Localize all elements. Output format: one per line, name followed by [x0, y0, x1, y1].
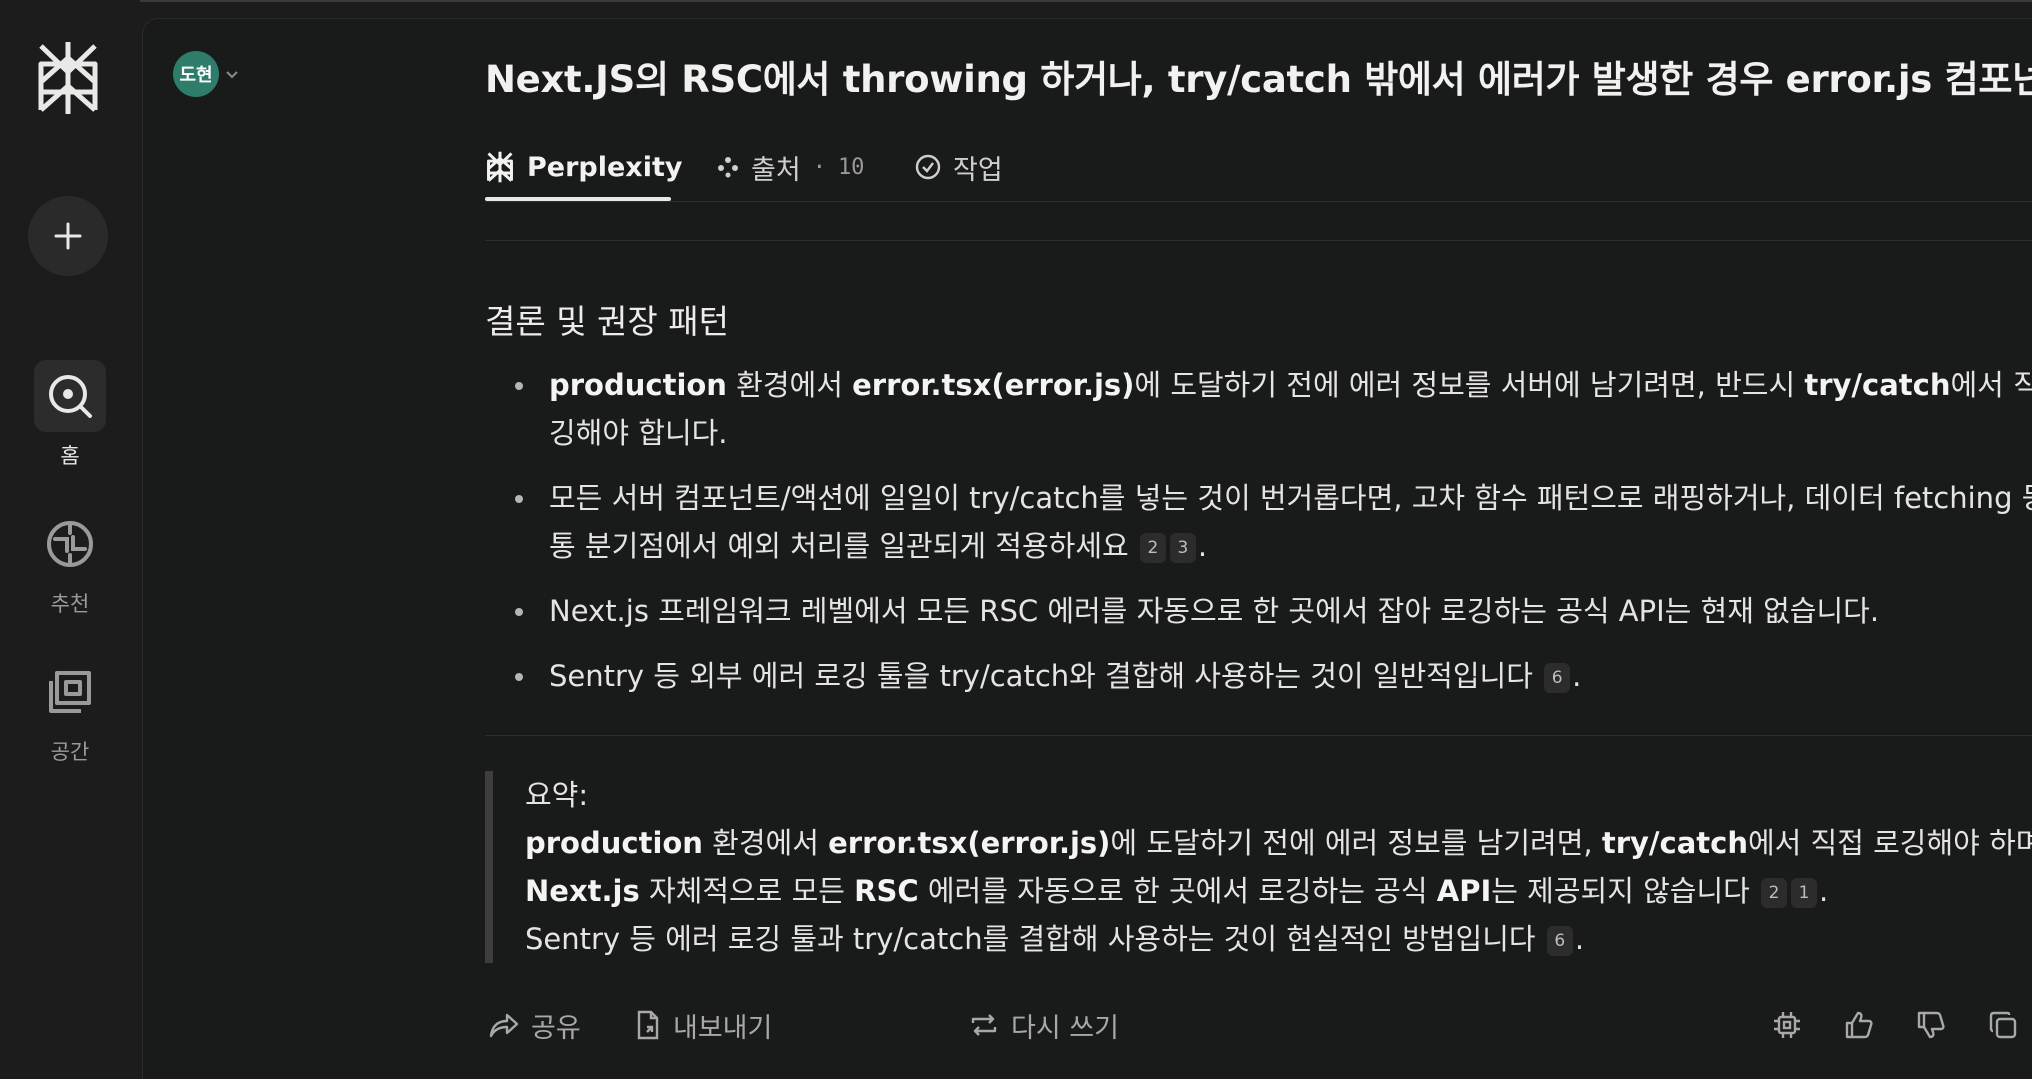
divider [485, 201, 2032, 202]
sidebar-item-home[interactable]: 홈 [0, 360, 140, 470]
divider [485, 240, 2032, 241]
model-info-button[interactable] [1767, 1005, 1807, 1045]
list-item: Next.js 프레임워크 레벨에서 모든 RSC 에러를 자동으로 한 곳에서… [485, 587, 2032, 635]
share-icon [489, 1013, 519, 1038]
check-circle-icon [915, 154, 941, 180]
divider [485, 735, 2032, 736]
citation-badge[interactable]: 1 [1791, 878, 1818, 908]
window-top-border [0, 0, 2032, 2]
thumbs-up-icon [1845, 1011, 1873, 1039]
thread-title: Next.JS의 RSC에서 throwing 하거나, try/catch 밖… [485, 58, 2032, 101]
sources-count: 10 [837, 154, 865, 180]
summary-quote: 요약: production 환경에서 error.tsx(error.js)에… [485, 771, 2032, 963]
list-item: 모든 서버 컴포넌트/액션에 일일이 try/catch를 넣는 것이 번거롭다… [485, 474, 2032, 570]
sidebar-item-label: 홈 [60, 444, 80, 468]
sources-separator: · [812, 154, 826, 180]
sources-icon [718, 157, 738, 178]
main-panel: 도현 Next.JS의 RSC에서 throwing 하거나, try/catc… [142, 18, 2032, 1079]
avatar: 도현 [173, 51, 219, 97]
copy-icon [1989, 1011, 2017, 1039]
tab-sources[interactable]: 출처 · 10 [717, 131, 864, 203]
sidebar-item-discover[interactable]: 추천 [0, 508, 140, 618]
tab-label: 작업 [953, 154, 1003, 186]
list-item: production 환경에서 error.tsx(error.js)에 도달하… [485, 361, 2032, 457]
search-icon [34, 360, 106, 432]
citation-badge[interactable]: 3 [1169, 533, 1196, 563]
summary-label: 요약: [525, 778, 589, 812]
copy-button[interactable] [1983, 1005, 2023, 1045]
sidebar-item-label: 공간 [50, 740, 90, 764]
citation-badge[interactable]: 2 [1139, 533, 1166, 563]
refresh-icon [971, 1014, 997, 1036]
document-icon [637, 1010, 659, 1040]
export-button[interactable]: 내보내기 [635, 997, 772, 1053]
citation-badge[interactable]: 6 [1546, 926, 1573, 956]
thumbs-down-icon [1917, 1011, 1945, 1039]
chip-icon [1774, 1012, 1800, 1038]
tab-answer[interactable]: Perplexity [485, 131, 683, 203]
answer-actions: 공유 내보내기 다시 쓰기 [485, 997, 2032, 1057]
new-thread-button[interactable] [28, 196, 108, 276]
answer-bullet-list: production 환경에서 error.tsx(error.js)에 도달하… [485, 361, 2032, 717]
summary-text: Sentry 등 에러 로깅 툴과 try/catch를 결합해 사용하는 것이… [525, 922, 1585, 956]
user-menu[interactable]: 도현 [173, 51, 239, 97]
perplexity-icon [487, 151, 513, 183]
like-button[interactable] [1839, 1005, 1879, 1045]
tab-label: 출처 [751, 154, 801, 186]
list-item: Sentry 등 외부 에러 로깅 툴을 try/catch와 결합해 사용하는… [485, 652, 2032, 700]
spaces-icon [34, 656, 106, 728]
sidebar: 홈 추천 공간 [0, 0, 140, 1062]
chevron-down-icon [226, 71, 238, 79]
citation-badge[interactable]: 2 [1761, 878, 1788, 908]
perplexity-logo-icon[interactable] [33, 38, 103, 118]
share-button[interactable]: 공유 [489, 997, 581, 1053]
tab-tasks[interactable]: 작업 [915, 131, 1003, 203]
summary-text: production 환경에서 error.tsx(error.js)에 도달하… [525, 826, 2032, 908]
section-heading: 결론 및 권장 패턴 [485, 302, 729, 341]
tab-label: Perplexity [527, 151, 683, 183]
discover-icon [34, 508, 106, 580]
dislike-button[interactable] [1911, 1005, 1951, 1045]
plus-icon [54, 222, 82, 250]
sidebar-item-label: 추천 [50, 592, 90, 616]
tab-bar: Perplexity 출처 · 10 작업 [485, 131, 2032, 221]
citation-badge[interactable]: 6 [1544, 663, 1571, 693]
sidebar-item-spaces[interactable]: 공간 [0, 656, 140, 766]
rewrite-button[interactable]: 다시 쓰기 [969, 997, 1119, 1053]
